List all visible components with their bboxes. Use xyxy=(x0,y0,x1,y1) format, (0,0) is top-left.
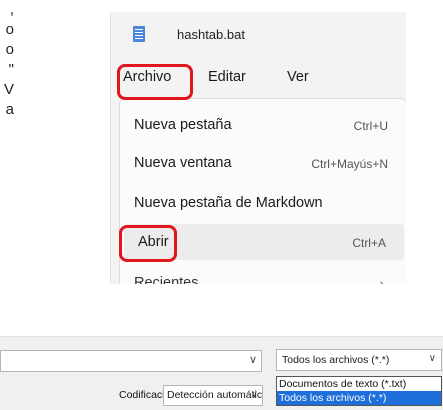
chevron-down-icon: ∨ xyxy=(250,389,258,400)
notepad-file-icon xyxy=(133,26,145,42)
option-all-files[interactable]: Todos los archivos (*.*) xyxy=(277,391,441,405)
text-line: a xyxy=(5,101,14,118)
menu-item-shortcut: Ctrl+Mayús+N xyxy=(311,157,388,171)
menu-item-new-markdown-tab[interactable]: Nueva pestaña de Markdown xyxy=(120,185,406,221)
option-text-documents[interactable]: Documentos de texto (*.txt) xyxy=(277,377,441,391)
window-title: hashtab.bat xyxy=(177,27,245,42)
highlight-abrir xyxy=(119,225,177,262)
chevron-down-icon: ∨ xyxy=(248,354,257,366)
text-line: , xyxy=(9,1,14,18)
encoding-value: Detección automática xyxy=(167,389,263,401)
text-line: V xyxy=(3,81,14,98)
highlight-archivo xyxy=(117,64,193,100)
menu-item-label: Nueva ventana xyxy=(134,155,232,171)
menu-item-shortcut: Ctrl+A xyxy=(352,236,386,250)
menu-item-shortcut: Ctrl+U xyxy=(353,119,388,133)
menu-item-recent[interactable]: Recientes › xyxy=(120,265,406,284)
file-type-options: Documentos de texto (*.txt) Todos los ar… xyxy=(276,376,442,406)
menu-ver[interactable]: Ver xyxy=(287,69,309,85)
file-name-input[interactable]: ∨ xyxy=(0,350,262,372)
file-type-value: Todos los archivos (*.*) xyxy=(282,354,390,366)
menu-item-label: Recientes xyxy=(134,275,199,284)
open-dialog-footer: ∨ Codificación: Detección automática ∨ T… xyxy=(0,336,443,410)
menu-item-label: Nueva pestaña de Markdown xyxy=(134,195,323,211)
text-line: o xyxy=(5,41,14,58)
text-line: " xyxy=(8,61,14,78)
title-bar: hashtab.bat xyxy=(111,12,406,56)
menu-item-new-tab[interactable]: Nueva pestaña Ctrl+U xyxy=(120,107,406,143)
chevron-down-icon: ∨ xyxy=(428,353,436,364)
menu-item-new-window[interactable]: Nueva ventana Ctrl+Mayús+N xyxy=(120,145,406,181)
menu-editar[interactable]: Editar xyxy=(208,69,246,85)
chevron-right-icon: › xyxy=(379,275,384,284)
encoding-select[interactable]: Detección automática ∨ xyxy=(163,385,263,406)
file-type-select[interactable]: Todos los archivos (*.*) ∨ xyxy=(276,349,442,371)
menu-item-label: Nueva pestaña xyxy=(134,117,232,133)
truncated-text-column: , o o " V a xyxy=(0,0,14,120)
text-line: o xyxy=(5,21,14,38)
